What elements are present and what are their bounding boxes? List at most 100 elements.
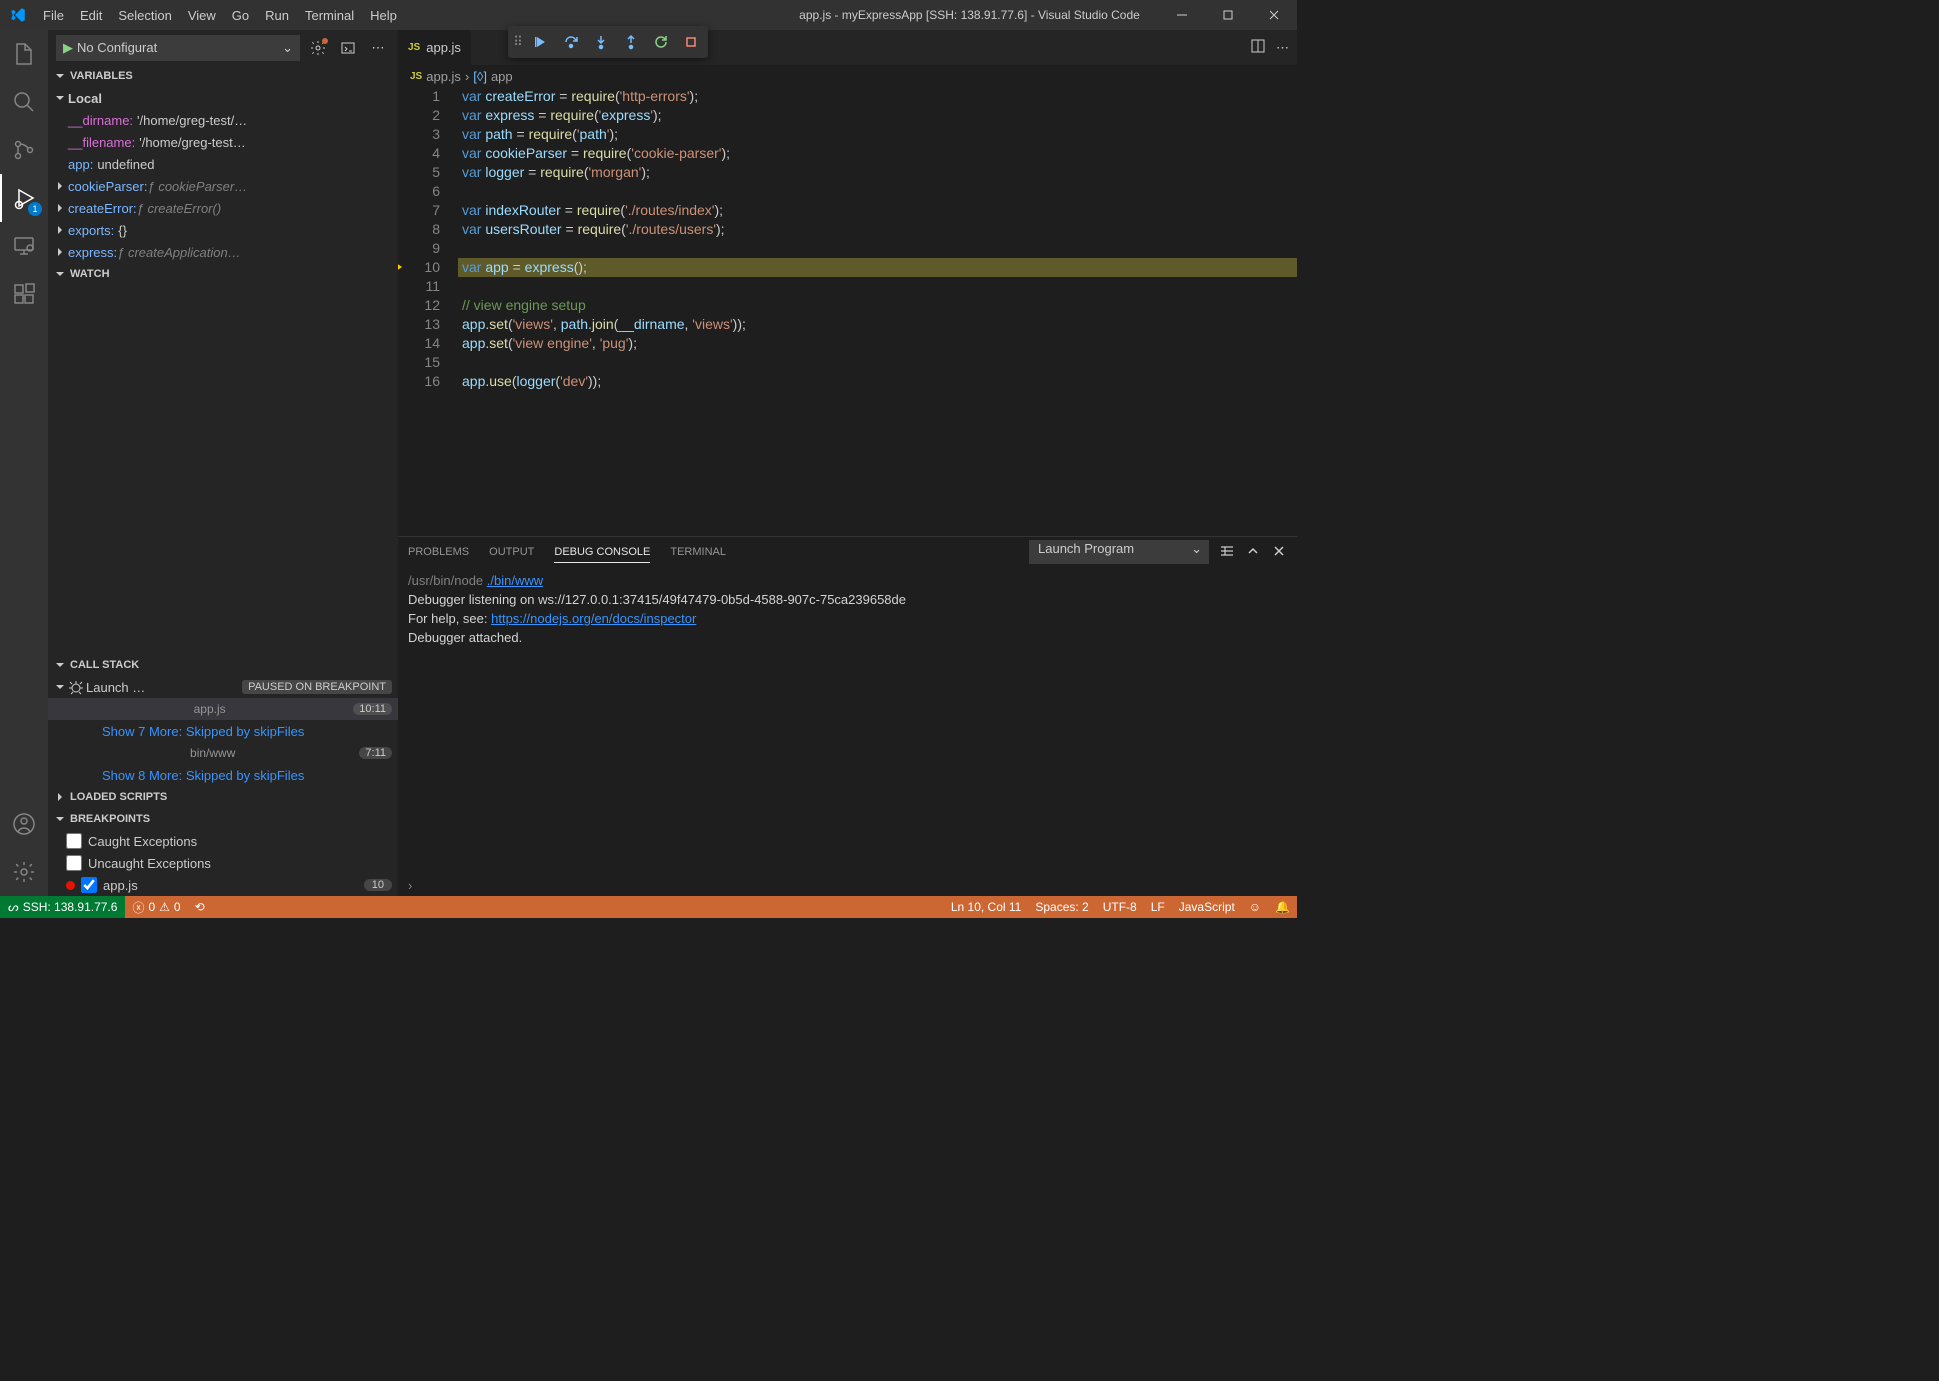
debug-badge: 1	[28, 202, 42, 216]
cursor-position[interactable]: Ln 10, Col 11	[944, 900, 1029, 914]
bottom-panel: PROBLEMS OUTPUT DEBUG CONSOLE TERMINAL Laun…	[398, 536, 1297, 896]
variable-row[interactable]: cookieParser: ƒ cookieParser…	[48, 175, 398, 197]
menu-terminal[interactable]: Terminal	[297, 2, 362, 29]
play-icon: ▶	[63, 40, 73, 56]
vscode-logo	[0, 6, 35, 24]
more-actions[interactable]: ⋯	[366, 36, 390, 60]
variables-header[interactable]: VARIABLES	[48, 65, 398, 87]
variable-row[interactable]: app: undefined	[48, 153, 398, 175]
js-file-icon: JS	[408, 42, 420, 53]
step-out-button[interactable]	[616, 27, 646, 57]
config-label: No Configurat	[77, 40, 282, 55]
caught-exceptions-checkbox[interactable]: Caught Exceptions	[48, 830, 398, 852]
accounts-icon[interactable]	[0, 800, 48, 848]
source-control-icon[interactable]	[0, 126, 48, 174]
indentation-status[interactable]: Spaces: 2	[1028, 900, 1095, 914]
panel-tab-terminal[interactable]: TERMINAL	[670, 542, 726, 562]
callstack-header[interactable]: CALL STACK	[48, 654, 398, 676]
scope-local[interactable]: Local	[48, 87, 398, 109]
variable-row[interactable]: exports: {}	[48, 219, 398, 241]
watch-header[interactable]: WATCH	[48, 263, 398, 285]
restart-button[interactable]	[646, 27, 676, 57]
window-controls	[1159, 0, 1297, 30]
extensions-icon[interactable]	[0, 270, 48, 318]
chevron-right-icon: ›	[465, 69, 469, 84]
menu-view[interactable]: View	[180, 2, 224, 29]
close-panel-icon[interactable]	[1271, 543, 1287, 562]
variable-symbol-icon: [◊]	[473, 69, 487, 84]
maximize-button[interactable]	[1205, 0, 1251, 30]
panel-tab-output[interactable]: OUTPUT	[489, 542, 534, 562]
warning-icon: ⚠	[159, 900, 170, 914]
remote-icon: ᔕ	[8, 900, 19, 914]
continue-button[interactable]	[526, 27, 556, 57]
collapse-icon[interactable]	[1245, 543, 1261, 562]
stop-button[interactable]	[676, 27, 706, 57]
menu-go[interactable]: Go	[224, 2, 257, 29]
run-debug-icon[interactable]: 1	[0, 174, 48, 222]
console-input-prompt[interactable]: ›	[398, 874, 1297, 896]
console-link[interactable]: https://nodejs.org/en/docs/inspector	[491, 611, 696, 626]
encoding-status[interactable]: UTF-8	[1096, 900, 1144, 914]
breakpoint-entry[interactable]: app.js10	[48, 874, 398, 896]
editor-tabs: JS app.js ⠿ ⋯	[398, 30, 1297, 65]
variable-row[interactable]: __dirname: '/home/greg-test/…	[48, 109, 398, 131]
debug-config-dropdown[interactable]: ▶ No Configurat ⌄	[56, 35, 300, 61]
remote-explorer-icon[interactable]	[0, 222, 48, 270]
settings-gear-icon[interactable]	[0, 848, 48, 896]
search-icon[interactable]	[0, 78, 48, 126]
step-over-button[interactable]	[556, 27, 586, 57]
error-icon: ⓧ	[132, 899, 144, 916]
panel-tab-debug-console[interactable]: DEBUG CONSOLE	[554, 542, 650, 563]
problems-status[interactable]: ⓧ0⚠0	[125, 896, 187, 918]
variable-row[interactable]: createError: ƒ createError()	[48, 197, 398, 219]
notifications-icon[interactable]: 🔔	[1268, 900, 1297, 914]
loaded-scripts-section: LOADED SCRIPTS	[48, 786, 398, 808]
variable-row[interactable]: __filename: '/home/greg-test…	[48, 131, 398, 153]
debug-console-toggle[interactable]	[336, 36, 360, 60]
close-button[interactable]	[1251, 0, 1297, 30]
variable-row[interactable]: express: ƒ createApplication…	[48, 241, 398, 263]
step-into-button[interactable]	[586, 27, 616, 57]
stack-frame[interactable]: bin/www7:11	[48, 742, 398, 764]
explorer-icon[interactable]	[0, 30, 48, 78]
paused-badge: PAUSED ON BREAKPOINT	[242, 680, 392, 694]
more-editor-actions[interactable]: ⋯	[1276, 40, 1289, 56]
eol-status[interactable]: LF	[1144, 900, 1172, 914]
debug-sidebar: ▶ No Configurat ⌄ ⋯ VARIABLES Local __di…	[48, 30, 398, 896]
open-launch-json-button[interactable]	[306, 36, 330, 60]
uncaught-exceptions-checkbox[interactable]: Uncaught Exceptions	[48, 852, 398, 874]
filter-icon[interactable]	[1219, 543, 1235, 562]
debug-session-select[interactable]: Launch Program	[1029, 540, 1209, 564]
loaded-scripts-header[interactable]: LOADED SCRIPTS	[48, 786, 398, 808]
callstack-thread[interactable]: Launch … PAUSED ON BREAKPOINT	[48, 676, 398, 698]
js-file-icon: JS	[410, 71, 422, 82]
debug-console-output[interactable]: /usr/bin/node ./bin/www Debugger listeni…	[398, 567, 1297, 874]
breadcrumbs[interactable]: JS app.js › [◊] app	[398, 65, 1297, 87]
tab-app-js[interactable]: JS app.js	[398, 30, 472, 65]
stack-show-more-link[interactable]: Show 8 More: Skipped by skipFiles	[48, 764, 398, 786]
stack-frame[interactable]: app.js10:11	[48, 698, 398, 720]
stack-show-more-link[interactable]: Show 7 More: Skipped by skipFiles	[48, 720, 398, 742]
breakpoints-header[interactable]: BREAKPOINTS	[48, 808, 398, 830]
drag-handle-icon[interactable]: ⠿	[510, 34, 526, 50]
console-link[interactable]: ./bin/www	[487, 573, 543, 588]
callstack-section: CALL STACK Launch … PAUSED ON BREAKPOINT…	[48, 654, 398, 786]
menu-run[interactable]: Run	[257, 2, 297, 29]
feedback-icon[interactable]: ☺	[1242, 900, 1268, 914]
language-mode[interactable]: JavaScript	[1172, 900, 1242, 914]
minimize-button[interactable]	[1159, 0, 1205, 30]
split-editor-icon[interactable]	[1250, 38, 1266, 57]
menu-selection[interactable]: Selection	[110, 2, 179, 29]
panel-tab-problems[interactable]: PROBLEMS	[408, 542, 469, 562]
menu-file[interactable]: File	[35, 2, 72, 29]
code-editor[interactable]: 12345678910111213141516 var createError …	[398, 87, 1297, 536]
execution-pointer-icon	[398, 260, 402, 274]
menu-edit[interactable]: Edit	[72, 2, 110, 29]
remote-indicator[interactable]: ᔕSSH: 138.91.77.6	[0, 896, 125, 918]
menu-bar: FileEditSelectionViewGoRunTerminalHelp	[35, 2, 405, 29]
breakpoint-icon	[66, 881, 75, 890]
menu-help[interactable]: Help	[362, 2, 405, 29]
editor-area: JS app.js ⠿ ⋯ JS app.js › [◊] app	[398, 30, 1297, 896]
ports-status[interactable]: ⟲	[188, 896, 212, 918]
